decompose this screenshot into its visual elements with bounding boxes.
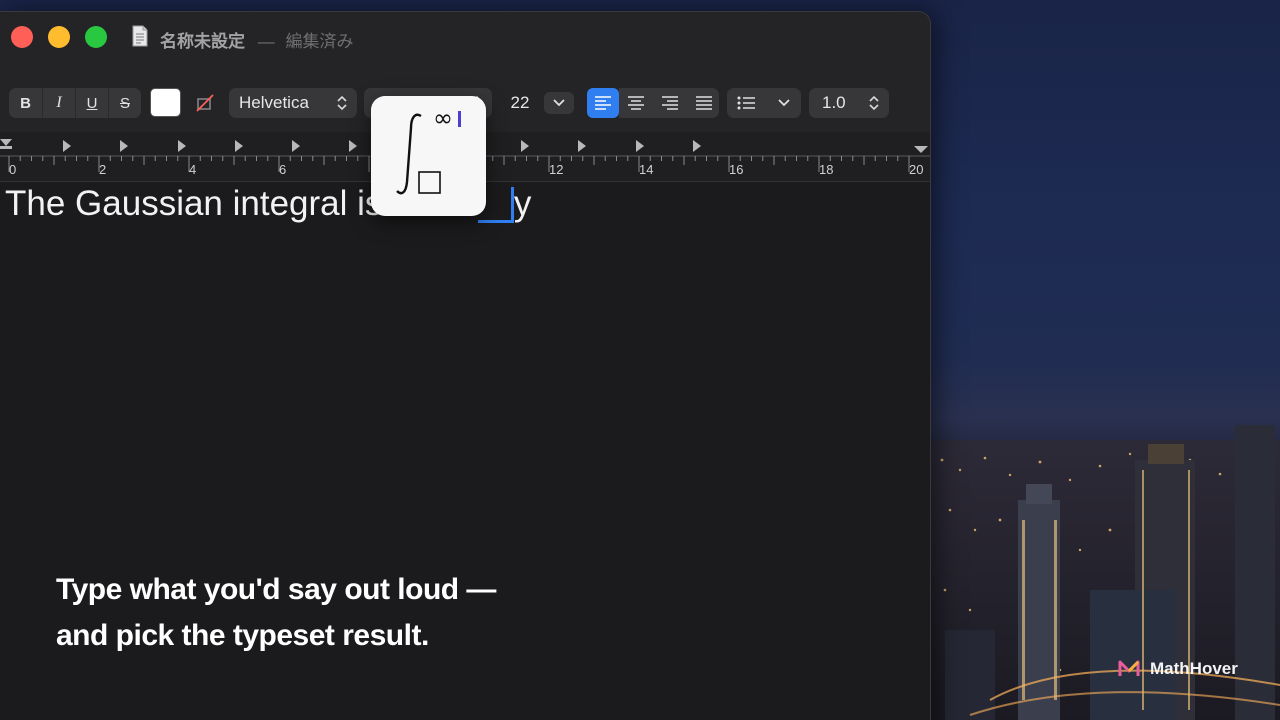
italic-button[interactable]: I	[42, 88, 75, 118]
empty-box-icon	[418, 171, 441, 194]
document-name: 名称未設定	[160, 32, 245, 51]
close-window-button[interactable]	[11, 26, 33, 48]
font-size-field[interactable]: 22	[500, 88, 540, 118]
upper-limit: ∞	[433, 104, 453, 132]
justify-button[interactable]	[688, 88, 720, 118]
ruler-label: 2	[99, 162, 107, 177]
integral-sign-icon	[396, 113, 422, 195]
document-icon	[132, 25, 148, 47]
justify-icon	[696, 96, 712, 110]
title-bar[interactable]: 名称未設定 — 編集済み	[0, 12, 930, 64]
underline-button[interactable]: U	[75, 88, 108, 118]
right-indent-marker	[914, 146, 928, 153]
bullet-list-icon	[737, 96, 755, 110]
ruler-label: 0	[9, 162, 17, 177]
zoom-window-button[interactable]	[85, 26, 107, 48]
text-caret	[458, 111, 461, 127]
minimize-window-button[interactable]	[48, 26, 70, 48]
align-center-icon	[628, 96, 644, 110]
ruler-label: 20	[909, 162, 924, 177]
bold-button[interactable]: B	[9, 88, 42, 118]
align-center-button[interactable]	[620, 88, 652, 118]
align-left-button[interactable]	[587, 88, 619, 118]
list-style-popup[interactable]	[727, 88, 801, 118]
ruler-label: 6	[279, 162, 287, 177]
font-size-dropdown[interactable]	[544, 92, 574, 114]
chevron-down-icon	[778, 99, 790, 107]
line-spacing-value: 1.0	[822, 93, 846, 112]
background-color-none-icon[interactable]	[194, 92, 216, 114]
ruler-label: 4	[189, 162, 197, 177]
chevron-down-icon	[553, 99, 565, 107]
brand-name: MathHover	[1150, 659, 1238, 678]
ruler-label: 12	[549, 162, 564, 177]
document-text-before: The Gaussian integral is	[5, 184, 383, 223]
text-color-well[interactable]	[150, 88, 181, 117]
caption-line-1: Type what you'd say out loud —	[56, 573, 496, 606]
edited-status: 編集済み	[285, 32, 354, 51]
first-line-indent-marker	[0, 139, 12, 146]
math-suggestion-popover[interactable]: ∞	[371, 96, 486, 216]
font-family-popup[interactable]: Helvetica	[229, 88, 357, 118]
text-style-segmented-control: B I U S	[9, 88, 141, 118]
document-text-after: y	[513, 184, 532, 223]
promo-caption: Type what you'd say out loud — and pick …	[56, 567, 496, 659]
ruler-label: 16	[729, 162, 744, 177]
up-down-chevron-icon	[337, 95, 347, 111]
line-spacing-popup[interactable]: 1.0	[809, 88, 889, 118]
strikethrough-button[interactable]: S	[108, 88, 141, 118]
integral-expression[interactable]: ∞	[371, 96, 486, 216]
caption-line-2: and pick the typeset result.	[56, 619, 429, 652]
ruler-label: 14	[639, 162, 654, 177]
left-indent-marker	[0, 146, 12, 149]
align-right-icon	[662, 96, 678, 110]
window-title: 名称未設定 — 編集済み	[160, 27, 353, 52]
font-family-value: Helvetica	[239, 93, 309, 112]
title-separator: —	[257, 32, 275, 51]
align-right-button[interactable]	[654, 88, 686, 118]
align-left-icon	[595, 96, 611, 110]
up-down-chevron-icon	[869, 95, 879, 111]
brand-watermark: MathHover	[1118, 658, 1238, 680]
mathhover-logo-icon	[1118, 660, 1140, 676]
ruler-label: 18	[819, 162, 834, 177]
